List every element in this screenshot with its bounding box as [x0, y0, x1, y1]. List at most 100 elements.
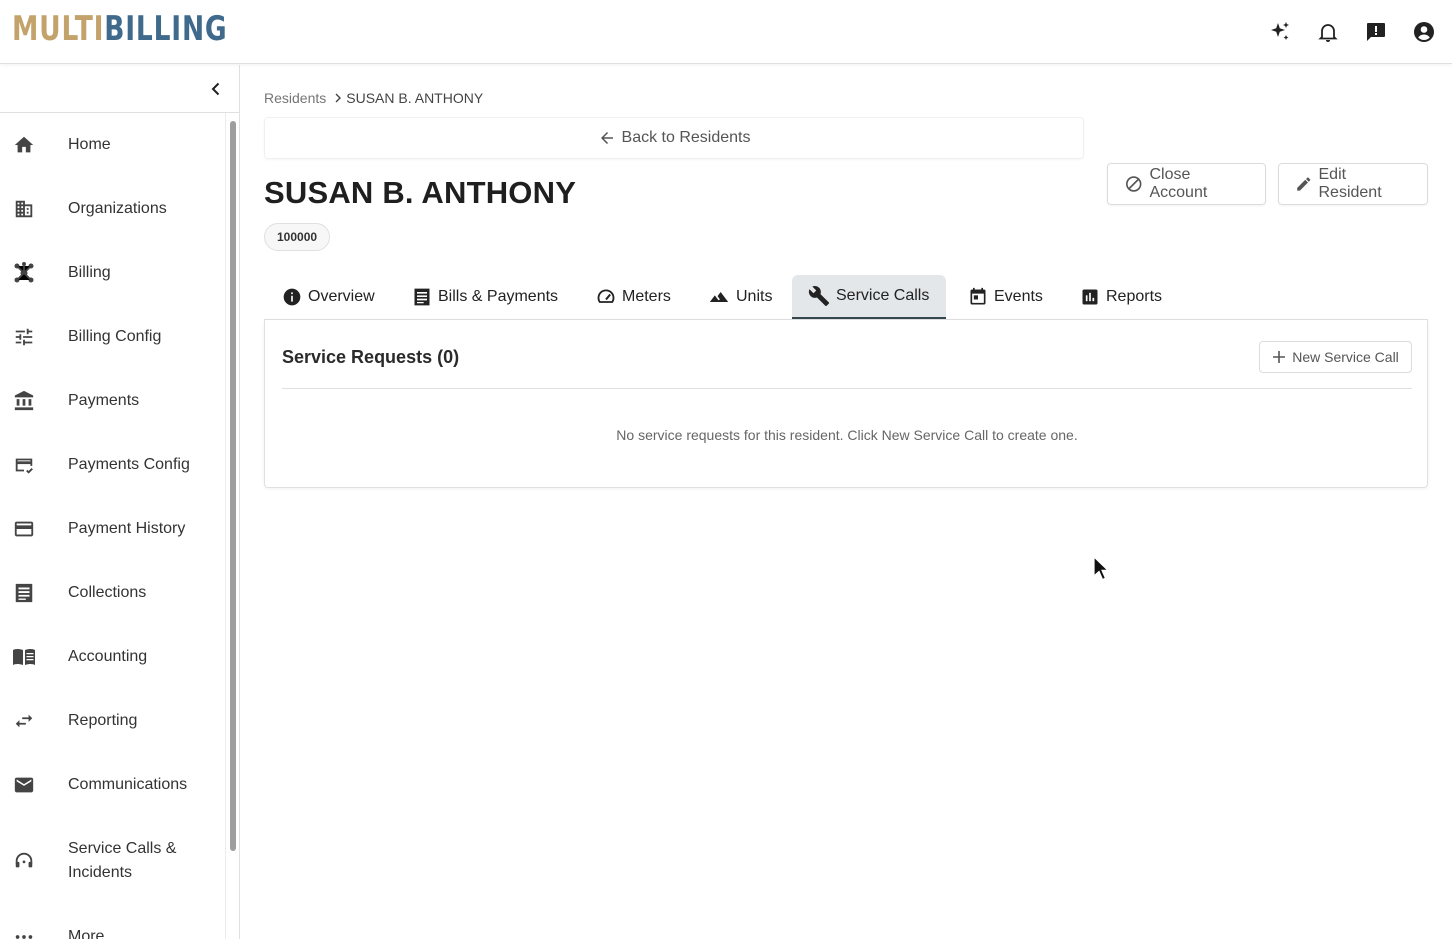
tab-events[interactable]: Events [952, 275, 1059, 319]
sidebar-item-label: Reporting [68, 712, 138, 729]
sidebar-item-home[interactable]: Home [0, 113, 225, 177]
block-icon [1126, 176, 1142, 192]
logo-part-multi: MULTI [12, 9, 105, 49]
wrench-icon [808, 286, 830, 307]
resident-tabs: Overview Bills & Payments Meters Units S… [264, 275, 1428, 320]
sidebar-item-label: Payment History [68, 520, 186, 537]
new-service-call-button[interactable]: New Service Call [1259, 341, 1412, 373]
sidebar-item-label: Home [68, 136, 111, 153]
arrow-left-icon [600, 132, 613, 144]
building-icon [12, 197, 36, 221]
page-title: SUSAN B. ANTHONY [264, 175, 577, 210]
edit-resident-button[interactable]: Edit Resident [1278, 163, 1428, 205]
tab-overview[interactable]: Overview [266, 275, 391, 319]
collapse-sidebar-button[interactable] [204, 77, 228, 101]
sidebar-item-label: Communications [68, 776, 188, 793]
sidebar-item-label: Billing Config [68, 328, 162, 345]
breadcrumb-current: SUSAN B. ANTHONY [346, 90, 484, 106]
tab-label: Units [736, 288, 773, 305]
edit-resident-label: Edit Resident [1318, 166, 1382, 201]
tab-label: Service Calls [836, 287, 930, 304]
hub-icon [12, 261, 36, 285]
receipt-icon [414, 288, 430, 306]
sidebar-item-label: Collections [68, 584, 147, 601]
sidebar-item-accounting[interactable]: Accounting [0, 625, 225, 689]
main-content: Residents SUSAN B. ANTHONY Back to Resid… [240, 65, 1452, 939]
sparkle-icon[interactable] [1268, 20, 1292, 44]
sidebar-item-reporting[interactable]: Reporting [0, 689, 225, 753]
terrain-icon [709, 292, 729, 302]
sidebar-item-payment-history[interactable]: Payment History [0, 497, 225, 561]
tab-reports[interactable]: Reports [1064, 275, 1178, 319]
sidebar-item-service-calls-incidents[interactable]: Service Calls & Incidents [0, 817, 225, 905]
home-icon [12, 133, 36, 157]
plus-icon [1273, 351, 1286, 363]
top-app-bar: MULTIBILLING [0, 0, 1452, 64]
sidebar-item-label: Payments [68, 392, 140, 409]
sidebar: Home Organizations Billing Billing Confi… [0, 65, 240, 939]
new-service-call-label: New Service Call [1292, 349, 1399, 365]
sidebar-item-label: Payments Config [68, 456, 190, 473]
credit-card-icon [12, 517, 36, 541]
back-to-residents-link[interactable]: Back to Residents [264, 117, 1084, 159]
logo-part-billing: BILLING [104, 9, 228, 49]
sidebar-item-organizations[interactable]: Organizations [0, 177, 225, 241]
sidebar-item-billing[interactable]: Billing [0, 241, 225, 305]
feedback-icon[interactable] [1364, 20, 1388, 44]
swap-icon [12, 709, 36, 733]
more-icon [12, 925, 36, 939]
back-link-label: Back to Residents [621, 129, 751, 146]
info-icon [283, 288, 301, 306]
panel-divider [282, 388, 1412, 389]
bank-icon [12, 389, 36, 413]
tab-label: Events [994, 288, 1043, 305]
list-icon [12, 581, 36, 605]
close-account-label: Close Account [1149, 166, 1208, 201]
sidebar-item-billing-config[interactable]: Billing Config [0, 305, 225, 369]
breadcrumb: Residents SUSAN B. ANTHONY [264, 90, 483, 106]
service-requests-title: Service Requests (0) [282, 347, 460, 367]
close-account-button[interactable]: Close Account [1107, 163, 1266, 205]
sidebar-item-label: Service Calls & Incidents [68, 840, 177, 881]
sidebar-item-payments[interactable]: Payments [0, 369, 225, 433]
sidebar-item-label: Billing [68, 264, 111, 281]
service-requests-panel: Service Requests (0) New Service Call No… [264, 320, 1428, 488]
account-circle-icon[interactable] [1412, 20, 1436, 44]
tab-units[interactable]: Units [692, 275, 788, 319]
bar-chart-icon [1082, 289, 1098, 305]
sidebar-item-more[interactable]: More [0, 905, 225, 939]
sidebar-nav: Home Organizations Billing Billing Confi… [0, 113, 225, 939]
chevron-left-icon [211, 82, 220, 96]
bell-icon[interactable] [1316, 20, 1340, 44]
sidebar-scrollbar[interactable] [225, 113, 239, 939]
account-number-badge: 100000 [264, 223, 331, 251]
tab-meters[interactable]: Meters [580, 275, 687, 319]
top-actions [1268, 20, 1436, 44]
pencil-icon [1297, 177, 1311, 191]
tab-label: Reports [1106, 288, 1163, 305]
tab-label: Bills & Payments [438, 288, 559, 305]
app-logo[interactable]: MULTIBILLING [12, 10, 227, 48]
sidebar-item-collections[interactable]: Collections [0, 561, 225, 625]
tab-bills-payments[interactable]: Bills & Payments [396, 275, 574, 319]
sidebar-item-label: More [68, 928, 105, 939]
sidebar-item-label: Accounting [68, 648, 148, 665]
sidebar-scrollbar-thumb[interactable] [230, 121, 236, 851]
book-icon [12, 645, 36, 669]
sidebar-item-payments-config[interactable]: Payments Config [0, 433, 225, 497]
speed-icon [597, 289, 615, 303]
card-check-icon [12, 453, 36, 477]
sidebar-header [0, 65, 239, 113]
tab-label: Meters [622, 288, 671, 305]
empty-state-message: No service requests for this resident. C… [616, 427, 1078, 443]
chevron-right-icon [334, 93, 342, 103]
mail-icon [12, 773, 36, 797]
sidebar-item-label: Organizations [68, 200, 167, 217]
tune-icon [12, 325, 36, 349]
calendar-icon [970, 287, 986, 305]
sidebar-item-communications[interactable]: Communications [0, 753, 225, 817]
tab-service-calls[interactable]: Service Calls [792, 275, 946, 319]
breadcrumb-residents-link[interactable]: Residents [264, 90, 326, 106]
tab-label: Overview [308, 288, 375, 305]
headset-icon [12, 849, 36, 873]
